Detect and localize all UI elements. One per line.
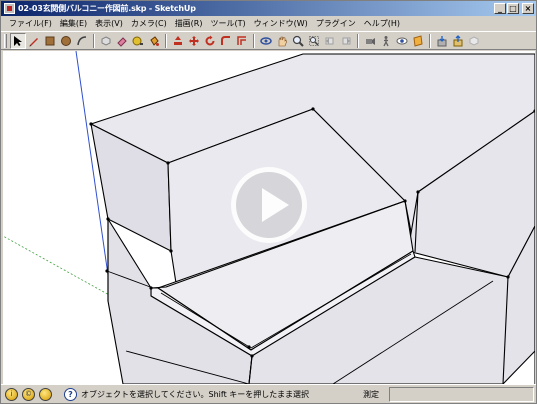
move-icon [189,35,199,46]
rotate-tool-button[interactable] [202,33,218,49]
main-toolbar [1,31,536,50]
look-around-button[interactable] [394,33,410,49]
section-plane-button[interactable] [410,33,426,49]
paint-bucket-icon [150,35,159,46]
share-component-button[interactable] [466,33,482,49]
menu-window[interactable]: ウィンドウ(W) [250,18,312,29]
menu-tools[interactable]: ツール(T) [207,18,250,29]
section-plane-icon [413,34,423,47]
help-icon[interactable]: ? [64,387,77,401]
walk-icon [383,35,389,46]
push-pull-icon [174,35,182,45]
geolocation-icon[interactable]: i [5,387,18,401]
zoom-extents-icon [309,35,319,46]
orbit-tool-button[interactable] [258,33,274,49]
menu-bar: ファイル(F) 編集(E) 表示(V) カメラ(C) 描画(R) ツール(T) … [1,16,536,31]
menu-help[interactable]: ヘルプ(H) [360,18,404,29]
pencil-icon [29,37,38,46]
maximize-button[interactable]: □ [507,3,519,14]
position-camera-icon [366,37,375,45]
toolbar-separator [357,33,359,48]
previous-view-icon [325,37,334,44]
user-icon[interactable] [39,387,52,401]
rectangle-icon [45,36,55,45]
status-message: オブジェクトを選択してください。Shift キーを押したまま選択 [81,389,310,399]
toolbar-separator [165,33,167,48]
status-bar: i © ? オブジェクトを選択してください。Shift キーを押したまま選択 測… [1,384,536,403]
menu-camera[interactable]: カメラ(C) [127,18,171,29]
offset-icon [237,35,246,45]
paint-bucket-tool-button[interactable] [146,33,162,49]
tape-measure-tool-button[interactable] [130,33,146,49]
arc-tool-button[interactable] [74,33,90,49]
pencil-tool-button[interactable] [26,33,42,49]
rotate-icon [205,35,215,45]
zoom-extents-button[interactable] [306,33,322,49]
offset-tool-button[interactable] [234,33,250,49]
share-model-button[interactable] [450,33,466,49]
push-pull-tool-button[interactable] [170,33,186,49]
tape-measure-icon [132,36,143,45]
rectangle-tool-button[interactable] [42,33,58,49]
eraser-tool-button[interactable] [114,33,130,49]
menu-edit[interactable]: 編集(E) [56,18,91,29]
next-view-button[interactable] [338,33,354,49]
minimize-button[interactable]: _ [494,3,506,14]
orbit-icon [260,36,272,45]
toolbar-separator [253,33,255,48]
share-component-icon [469,35,479,46]
green-axis [3,235,112,297]
menu-plugins[interactable]: プラグイン [312,18,360,29]
credits-icon[interactable]: © [22,387,35,401]
title-bar[interactable]: 02-03玄関側バルコニー作図前.skp - SketchUp _ □ × [1,1,536,16]
make-component-button[interactable] [98,33,114,49]
move-tool-button[interactable] [186,33,202,49]
get-models-button[interactable] [434,33,450,49]
measurement-label: 測定 [363,390,379,399]
get-models-icon [437,35,447,46]
drawing-viewport[interactable] [3,51,535,384]
select-tool-button[interactable] [10,32,26,49]
follow-me-tool-button[interactable] [218,33,234,49]
circle-tool-button[interactable] [58,33,74,49]
window-title: 02-03玄関側バルコニー作図前.skp - SketchUp [18,4,196,13]
follow-me-icon [221,35,230,45]
eraser-icon [117,36,127,47]
select-arrow-icon [14,35,22,46]
zoom-icon [292,35,304,47]
toolbar-grip[interactable] [4,33,7,48]
menu-file[interactable]: ファイル(F) [5,18,56,29]
window-controls: _ □ × [494,3,534,14]
menu-draw[interactable]: 描画(R) [171,18,207,29]
make-component-icon [101,35,111,46]
toolbar-separator [93,33,95,48]
circle-icon [61,35,71,46]
toolbar-separator [429,33,431,48]
share-model-icon [453,34,463,46]
position-camera-button[interactable] [362,33,378,49]
walk-tool-button[interactable] [378,33,394,49]
play-icon [262,188,289,222]
pan-tool-button[interactable] [274,33,290,49]
measurement-input[interactable] [389,387,534,402]
sketchup-app-icon[interactable] [4,3,15,14]
sketchup-window: 02-03玄関側バルコニー作図前.skp - SketchUp _ □ × ファ… [0,0,537,404]
close-button[interactable]: × [522,3,534,14]
balcony-model [90,53,535,384]
zoom-tool-button[interactable] [290,33,306,49]
menu-view[interactable]: 表示(V) [91,18,127,29]
look-around-icon [396,37,408,44]
pan-icon [278,36,287,46]
next-view-icon [342,37,351,44]
arc-icon [77,35,87,45]
play-button[interactable] [231,167,307,243]
previous-view-button[interactable] [322,33,338,49]
